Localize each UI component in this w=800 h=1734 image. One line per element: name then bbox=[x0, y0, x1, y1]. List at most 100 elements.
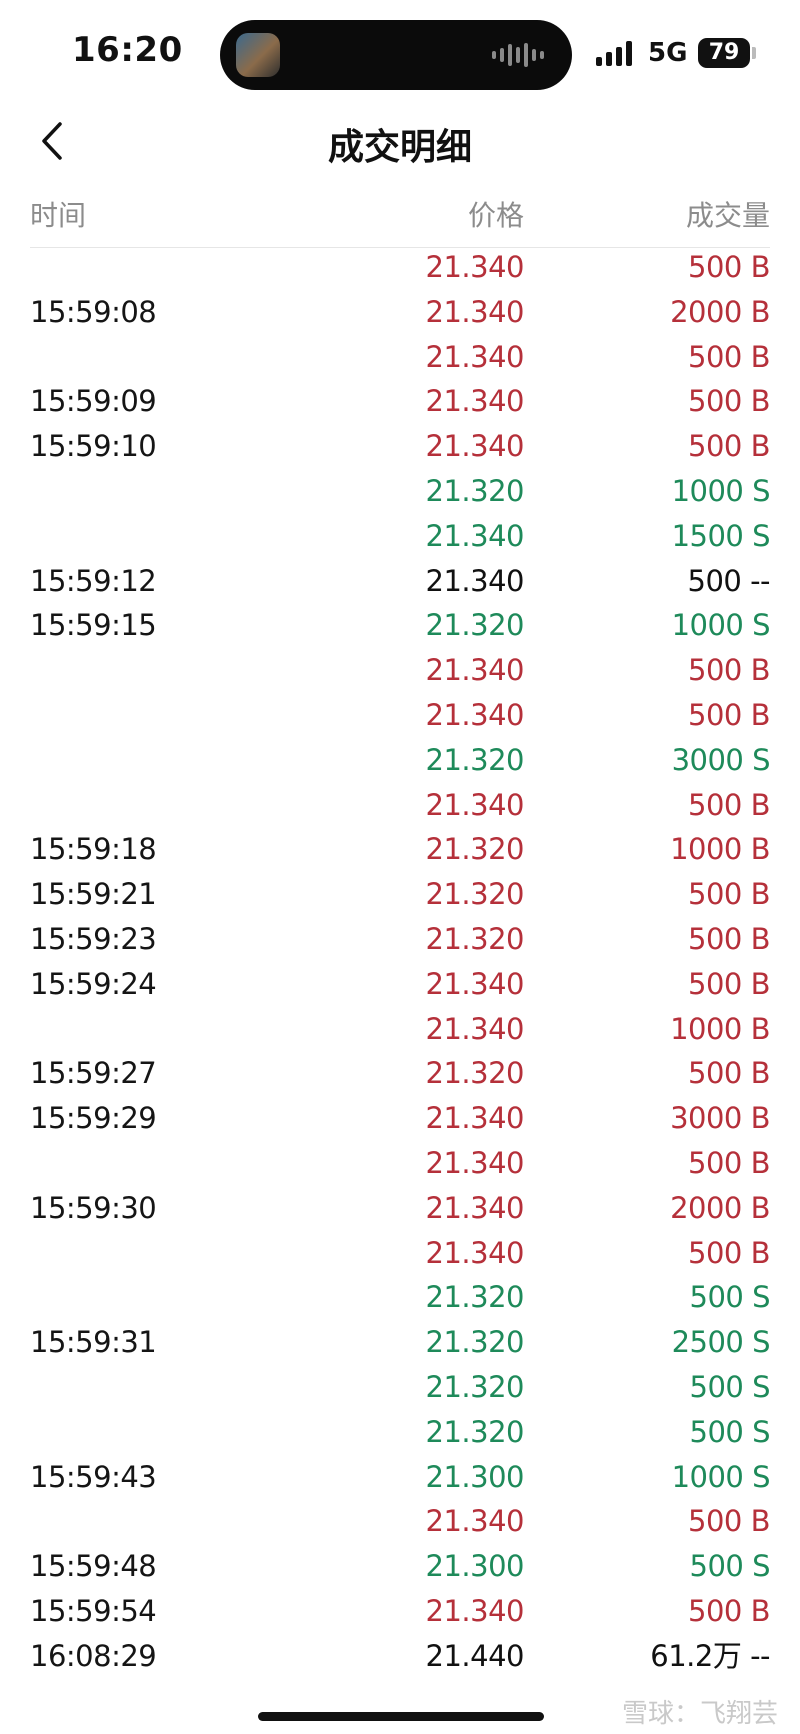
trade-volume: 500 B bbox=[688, 250, 770, 284]
trade-volume: 1000 B bbox=[670, 832, 770, 867]
now-playing-artwork-icon bbox=[236, 33, 280, 77]
trade-price: 21.340 bbox=[425, 518, 525, 553]
trade-volume: 1500 S bbox=[671, 518, 771, 553]
audio-waveform-icon bbox=[492, 42, 544, 68]
trade-row: 15:59:18 21.320 1000 B bbox=[0, 827, 800, 872]
trade-row: 15:59:24 21.340 500 B bbox=[0, 962, 800, 1007]
trade-time: 15:59:31 bbox=[30, 1325, 157, 1360]
trade-volume: 500 B bbox=[688, 653, 770, 688]
trade-row: 21.320 500 S bbox=[0, 1365, 800, 1410]
trade-row: 15:59:12 21.340 500 -- bbox=[0, 559, 800, 604]
trade-volume: 500 B bbox=[688, 877, 770, 912]
column-header-volume: 成交量 bbox=[685, 199, 770, 232]
trade-price: 21.320 bbox=[425, 1280, 525, 1315]
trade-price: 21.340 bbox=[425, 966, 525, 1001]
trade-price: 21.340 bbox=[425, 787, 525, 822]
trade-time: 15:59:54 bbox=[30, 1593, 157, 1628]
cellular-signal-icon bbox=[596, 40, 632, 66]
trade-price: 21.340 bbox=[425, 563, 525, 598]
trade-price: 21.340 bbox=[425, 294, 525, 329]
trade-row: 15:59:48 21.300 500 S bbox=[0, 1544, 800, 1589]
trade-price: 21.320 bbox=[425, 742, 525, 777]
trade-time: 15:59:30 bbox=[30, 1190, 157, 1225]
trade-time: 15:59:12 bbox=[30, 563, 157, 598]
trade-volume: 500 B bbox=[688, 1056, 770, 1091]
dynamic-island[interactable] bbox=[220, 20, 572, 90]
trade-volume: 1000 S bbox=[671, 473, 771, 508]
trade-volume: 2000 B bbox=[670, 1190, 770, 1225]
trade-volume: 500 B bbox=[688, 429, 770, 464]
trade-row: 15:59:08 21.340 2000 B bbox=[0, 290, 800, 335]
trade-time: 15:59:15 bbox=[30, 608, 157, 643]
trade-row: 21.340 1000 B bbox=[0, 1007, 800, 1052]
trade-volume: 1000 B bbox=[670, 1011, 770, 1046]
trade-price: 21.340 bbox=[425, 1011, 525, 1046]
home-indicator[interactable] bbox=[258, 1712, 544, 1721]
trade-time: 15:59:08 bbox=[30, 294, 157, 329]
trade-time: 15:59:10 bbox=[30, 429, 157, 464]
network-type: 5G bbox=[648, 38, 688, 68]
trade-price: 21.340 bbox=[425, 250, 525, 284]
trade-time: 15:59:48 bbox=[30, 1549, 157, 1584]
trade-time: 15:59:18 bbox=[30, 832, 157, 867]
trade-price: 21.340 bbox=[425, 1101, 525, 1136]
trade-row: 15:59:29 21.340 3000 B bbox=[0, 1096, 800, 1141]
trade-price: 21.340 bbox=[425, 339, 525, 374]
trade-volume: 61.2万 -- bbox=[650, 1638, 770, 1673]
trade-row: 21.320 1000 S bbox=[0, 469, 800, 514]
trade-time: 15:59:24 bbox=[30, 966, 157, 1001]
trade-row: 21.340 500 B bbox=[0, 335, 800, 380]
trade-volume: 500 B bbox=[688, 697, 770, 732]
trade-row: 21.320 500 S bbox=[0, 1410, 800, 1455]
nav-bar: 成交明细 bbox=[0, 100, 800, 180]
trade-row: 15:59:15 21.320 1000 S bbox=[0, 603, 800, 648]
trade-price: 21.320 bbox=[425, 1325, 525, 1360]
trade-price: 21.340 bbox=[425, 429, 525, 464]
trade-volume: 500 S bbox=[689, 1549, 771, 1584]
trade-volume: 3000 B bbox=[670, 1101, 770, 1136]
trade-volume: 3000 S bbox=[671, 742, 771, 777]
trade-price: 21.340 bbox=[425, 1190, 525, 1225]
trade-row: 21.340 500 B bbox=[0, 783, 800, 828]
trade-volume: 500 B bbox=[688, 1504, 770, 1539]
trade-row: 21.320 3000 S bbox=[0, 738, 800, 783]
trade-list[interactable]: 21.340 500 B 15:59:08 21.340 2000 B 21.340 500… bbox=[0, 245, 800, 1679]
trade-time: 15:59:29 bbox=[30, 1101, 157, 1136]
trade-row: 15:59:23 21.320 500 B bbox=[0, 917, 800, 962]
trade-price: 21.320 bbox=[425, 473, 525, 508]
trade-row: 15:59:21 21.320 500 B bbox=[0, 872, 800, 917]
trade-price: 21.320 bbox=[425, 608, 525, 643]
status-bar: 16:20 5G 79 bbox=[0, 0, 800, 100]
column-header-price: 价格 bbox=[467, 199, 524, 232]
trade-price: 21.320 bbox=[425, 1369, 525, 1404]
trade-volume: 500 B bbox=[688, 1145, 770, 1180]
trade-row: 15:59:31 21.320 2500 S bbox=[0, 1320, 800, 1365]
trade-row: 21.340 500 B bbox=[0, 1141, 800, 1186]
battery-icon: 79 bbox=[698, 38, 750, 68]
trade-row: 21.320 500 S bbox=[0, 1275, 800, 1320]
trade-row: 15:59:10 21.340 500 B bbox=[0, 424, 800, 469]
trade-volume: 500 B bbox=[688, 787, 770, 822]
trade-row: 21.340 500 B bbox=[0, 245, 800, 290]
trade-row: 15:59:27 21.320 500 B bbox=[0, 1051, 800, 1096]
trade-price: 21.340 bbox=[425, 1235, 525, 1270]
trade-volume: 2000 B bbox=[670, 294, 770, 329]
trade-volume: 500 B bbox=[688, 966, 770, 1001]
trade-price: 21.320 bbox=[425, 832, 525, 867]
trade-price: 21.320 bbox=[425, 1414, 525, 1449]
trade-row: 16:08:29 21.440 61.2万 -- bbox=[0, 1634, 800, 1679]
trade-price: 21.340 bbox=[425, 1504, 525, 1539]
trade-volume: 500 -- bbox=[687, 563, 771, 598]
trade-time: 15:59:43 bbox=[30, 1459, 157, 1494]
trade-price: 21.320 bbox=[425, 877, 525, 912]
trade-row: 15:59:54 21.340 500 B bbox=[0, 1589, 800, 1634]
trade-volume: 500 B bbox=[688, 384, 770, 419]
trade-row: 21.340 1500 S bbox=[0, 514, 800, 559]
page-title: 成交明细 bbox=[327, 127, 472, 168]
trade-volume: 500 S bbox=[689, 1414, 771, 1449]
trade-time: 15:59:09 bbox=[30, 384, 157, 419]
trade-volume: 500 B bbox=[688, 1235, 770, 1270]
trade-time: 15:59:21 bbox=[30, 877, 157, 912]
trade-price: 21.340 bbox=[425, 653, 525, 688]
trade-row: 21.340 500 B bbox=[0, 1499, 800, 1544]
